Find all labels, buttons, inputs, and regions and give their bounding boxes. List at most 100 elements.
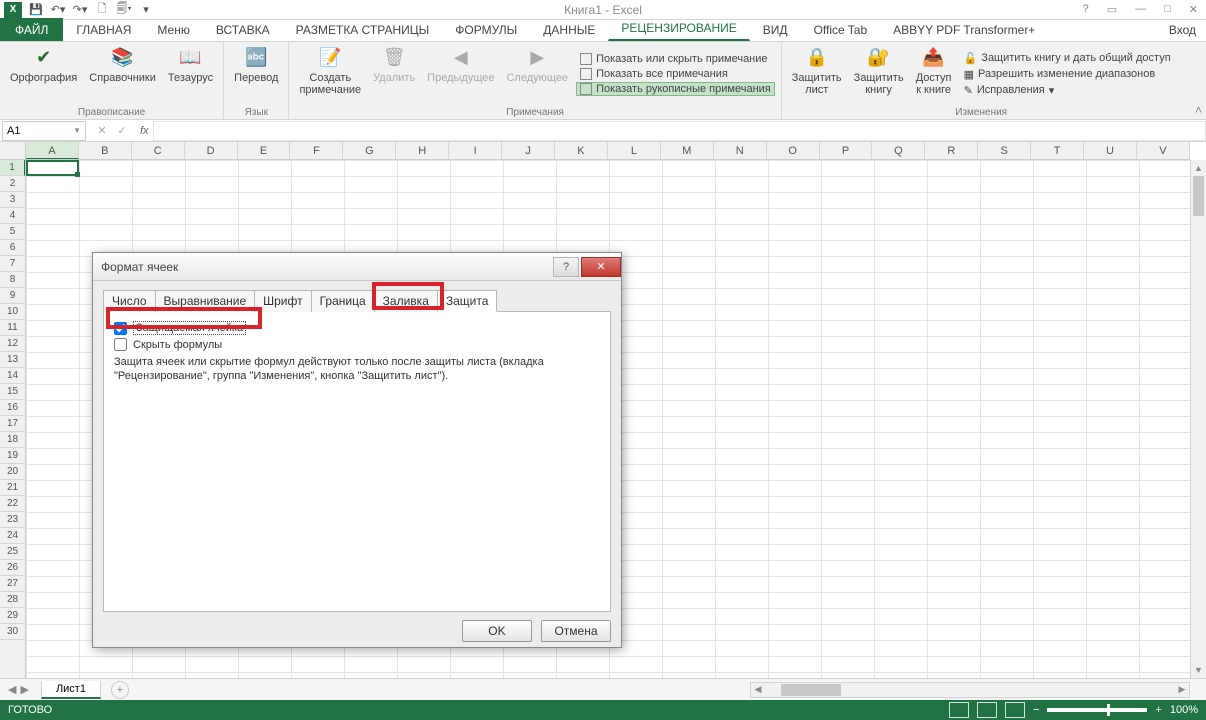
row-header[interactable]: 1: [0, 160, 25, 176]
column-headers[interactable]: ABCDEFGHIJKLMNOPQRSTUV: [0, 142, 1190, 160]
tab-file[interactable]: ФАЙЛ: [0, 18, 63, 41]
column-header[interactable]: H: [396, 142, 449, 159]
showhide-comment[interactable]: Показать или скрыть примечание: [576, 52, 771, 66]
redo-icon[interactable]: ↷▾: [72, 2, 88, 18]
dialog-close-button[interactable]: ✕: [581, 257, 621, 277]
horizontal-scrollbar[interactable]: ◀ ▶: [750, 682, 1190, 698]
scroll-thumb[interactable]: [781, 684, 841, 696]
row-header[interactable]: 26: [0, 560, 25, 576]
tab-home[interactable]: ГЛАВНАЯ: [63, 18, 144, 41]
row-header[interactable]: 23: [0, 512, 25, 528]
protect-sheet-button[interactable]: 🔒Защитить лист: [788, 44, 846, 98]
row-header[interactable]: 25: [0, 544, 25, 560]
column-header[interactable]: G: [343, 142, 396, 159]
qat-more-icon[interactable]: ▾: [138, 2, 154, 18]
scroll-left-icon[interactable]: ◀: [751, 684, 765, 695]
formula-input[interactable]: [153, 121, 1206, 141]
zoom-value[interactable]: 100%: [1170, 704, 1198, 716]
row-header[interactable]: 2: [0, 176, 25, 192]
column-header[interactable]: N: [714, 142, 767, 159]
tab-abbyy[interactable]: ABBYY PDF Transformer+: [880, 18, 1048, 41]
add-sheet-button[interactable]: +: [111, 681, 129, 699]
showall-comments[interactable]: Показать все примечания: [576, 67, 732, 81]
row-header[interactable]: 15: [0, 384, 25, 400]
row-header[interactable]: 28: [0, 592, 25, 608]
protect-share[interactable]: 🔓Защитить книгу и дать общий доступ: [960, 51, 1175, 66]
new-comment-button[interactable]: 📝Создать примечание: [295, 44, 365, 98]
column-header[interactable]: D: [185, 142, 238, 159]
zoom-out-icon[interactable]: −: [1033, 704, 1039, 716]
login-link[interactable]: Вход: [1165, 19, 1200, 41]
ribbon-opts-icon[interactable]: ▭: [1103, 3, 1121, 16]
fx-icon[interactable]: fx: [136, 125, 153, 137]
locked-checkbox[interactable]: [114, 322, 127, 335]
row-header[interactable]: 6: [0, 240, 25, 256]
row-header[interactable]: 17: [0, 416, 25, 432]
row-headers[interactable]: 1234567891011121314151617181920212223242…: [0, 160, 26, 678]
tab-menu[interactable]: Меню: [144, 18, 202, 41]
vertical-scrollbar[interactable]: ▲ ▼: [1190, 160, 1206, 678]
name-box[interactable]: A1▼: [2, 121, 86, 141]
row-header[interactable]: 14: [0, 368, 25, 384]
row-header[interactable]: 4: [0, 208, 25, 224]
allow-ranges[interactable]: ▦Разрешить изменение диапазонов: [960, 67, 1160, 82]
translate-button[interactable]: 🔤Перевод: [230, 44, 282, 86]
ok-button[interactable]: OK: [462, 620, 532, 642]
column-header[interactable]: F: [290, 142, 343, 159]
row-header[interactable]: 13: [0, 352, 25, 368]
dialog-help-button[interactable]: ?: [553, 257, 579, 277]
row-header[interactable]: 11: [0, 320, 25, 336]
column-header[interactable]: I: [449, 142, 502, 159]
column-header[interactable]: U: [1084, 142, 1137, 159]
column-header[interactable]: S: [978, 142, 1031, 159]
locked-checkbox-row[interactable]: Защищаемая ячейка: [114, 321, 600, 335]
hidden-checkbox-row[interactable]: Скрыть формулы: [114, 338, 600, 351]
row-header[interactable]: 27: [0, 576, 25, 592]
zoom-in-icon[interactable]: +: [1155, 704, 1161, 716]
row-header[interactable]: 20: [0, 464, 25, 480]
tab-insert[interactable]: ВСТАВКА: [203, 18, 283, 41]
row-header[interactable]: 12: [0, 336, 25, 352]
dlg-tab-font[interactable]: Шрифт: [254, 290, 311, 312]
row-header[interactable]: 9: [0, 288, 25, 304]
tab-formulas[interactable]: ФОРМУЛЫ: [442, 18, 530, 41]
scroll-up-icon[interactable]: ▲: [1191, 160, 1206, 176]
sheet-tab[interactable]: Лист1: [41, 681, 101, 699]
row-header[interactable]: 5: [0, 224, 25, 240]
column-header[interactable]: E: [238, 142, 291, 159]
column-header[interactable]: Q: [872, 142, 925, 159]
tab-layout[interactable]: РАЗМЕТКА СТРАНИЦЫ: [283, 18, 443, 41]
column-header[interactable]: L: [608, 142, 661, 159]
row-header[interactable]: 8: [0, 272, 25, 288]
scroll-thumb[interactable]: [1193, 176, 1204, 216]
view-break-icon[interactable]: [1005, 702, 1025, 718]
column-header[interactable]: O: [767, 142, 820, 159]
dlg-tab-border[interactable]: Граница: [311, 290, 375, 312]
row-header[interactable]: 30: [0, 624, 25, 640]
column-header[interactable]: V: [1137, 142, 1190, 159]
tab-review[interactable]: РЕЦЕНЗИРОВАНИЕ: [608, 16, 749, 41]
collapse-ribbon-icon[interactable]: ˄: [1195, 103, 1202, 117]
show-ink[interactable]: Показать рукописные примечания: [576, 82, 775, 96]
column-header[interactable]: B: [79, 142, 132, 159]
column-header[interactable]: A: [26, 142, 79, 159]
sheet-nav-next-icon[interactable]: ▶: [20, 683, 28, 696]
select-all-corner[interactable]: [0, 142, 26, 159]
tab-officetab[interactable]: Office Tab: [801, 18, 881, 41]
open-icon[interactable]: 🗐▾: [116, 2, 132, 18]
column-header[interactable]: J: [502, 142, 555, 159]
hidden-checkbox[interactable]: [114, 338, 127, 351]
cancel-button[interactable]: Отмена: [541, 620, 611, 642]
track-changes[interactable]: ✎Исправления ▾: [960, 83, 1059, 98]
save-icon[interactable]: 💾: [28, 2, 44, 18]
row-header[interactable]: 10: [0, 304, 25, 320]
row-header[interactable]: 22: [0, 496, 25, 512]
protect-book-button[interactable]: 🔐Защитить книгу: [850, 44, 908, 98]
row-header[interactable]: 18: [0, 432, 25, 448]
scroll-down-icon[interactable]: ▼: [1191, 662, 1206, 678]
column-header[interactable]: M: [661, 142, 714, 159]
row-header[interactable]: 29: [0, 608, 25, 624]
dlg-tab-protect[interactable]: Защита: [437, 290, 498, 312]
dialog-titlebar[interactable]: Формат ячеек ? ✕: [93, 253, 621, 281]
sheet-nav-prev-icon[interactable]: ◀: [8, 683, 16, 696]
